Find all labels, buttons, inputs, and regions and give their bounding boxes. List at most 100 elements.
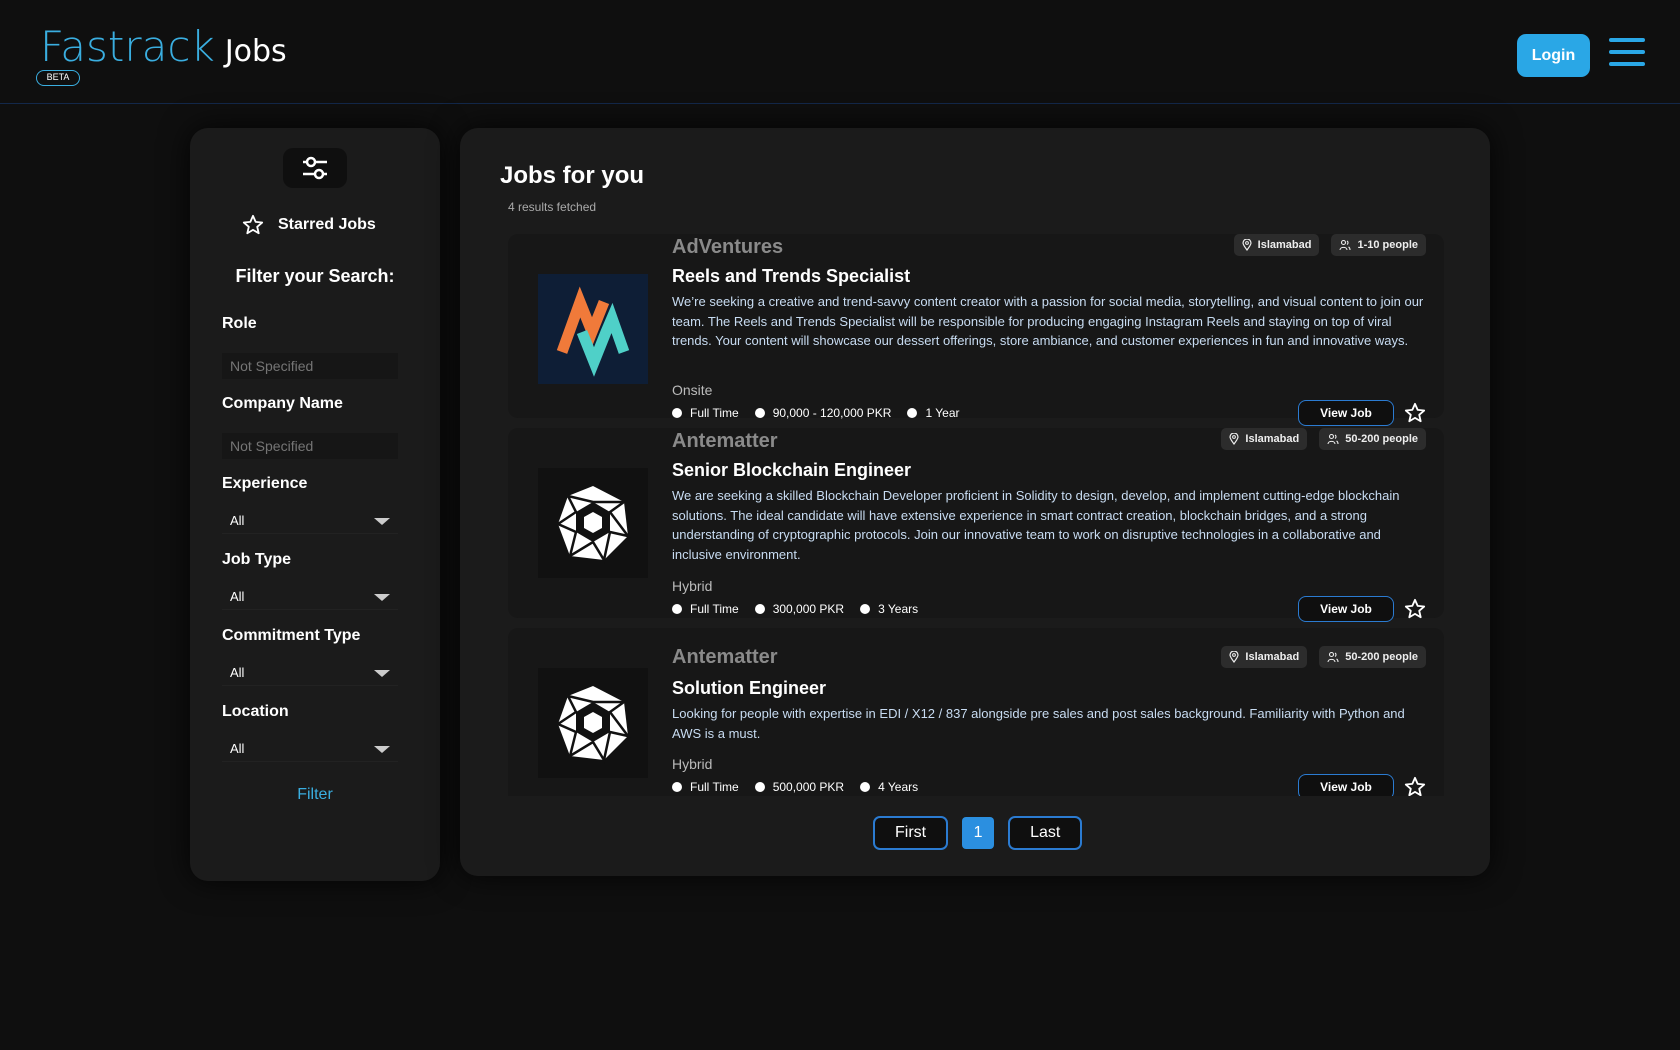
- experience-meta: 4 Years: [860, 780, 918, 794]
- commitment-type-label: Commitment Type: [222, 627, 361, 644]
- filter-title: Filter your Search:: [235, 266, 395, 286]
- job-type-meta: Full Time: [672, 602, 739, 616]
- experience-value: All: [230, 513, 245, 528]
- company-name: Antematter: [672, 430, 778, 452]
- experience-meta: 3 Years: [860, 602, 918, 616]
- view-job-button[interactable]: View Job: [1298, 774, 1394, 796]
- first-page-button[interactable]: First: [873, 816, 949, 850]
- job-type-text: Full Time: [690, 780, 739, 794]
- job-type-value: All: [230, 589, 245, 604]
- fastrack-logo[interactable]: Fastrack Jobs BETA: [36, 24, 287, 86]
- filter-toggle-button[interactable]: [283, 148, 347, 188]
- job-type-select[interactable]: All: [222, 584, 398, 610]
- location-tag: Islamabad: [1221, 428, 1308, 450]
- location-pin-icon: [1229, 651, 1240, 663]
- bullet-icon: [907, 408, 918, 418]
- jobs-panel: Jobs for you 4 results fetched AdVenture…: [460, 128, 1490, 876]
- location-value: All: [230, 741, 245, 756]
- job-title: Reels and Trends Specialist: [672, 266, 911, 286]
- filter-button[interactable]: Filter: [190, 786, 440, 804]
- job-type-meta: Full Time: [672, 406, 739, 420]
- job-meta: Full Time 500,000 PKR 4 Years: [672, 780, 918, 794]
- experience-text: 3 Years: [878, 602, 919, 616]
- salary-text: 300,000 PKR: [772, 602, 845, 616]
- chevron-down-icon: [374, 594, 390, 601]
- antematter-logo: [538, 468, 648, 578]
- page-title: Jobs for you: [500, 162, 645, 189]
- star-icon[interactable]: [1404, 598, 1426, 620]
- job-description: We’re seeking a creative and trend-savvy…: [672, 294, 1424, 348]
- location-tag: Islamabad: [1233, 234, 1320, 256]
- antematter-logo: [538, 668, 648, 778]
- company-size-text: 1-10 people: [1357, 239, 1418, 251]
- commitment-type-select[interactable]: All: [222, 660, 398, 686]
- location-tag-text: Islamabad: [1257, 239, 1312, 251]
- salary-meta: 500,000 PKR: [754, 780, 845, 794]
- work-mode: Onsite: [672, 382, 713, 398]
- bullet-icon: [672, 604, 682, 614]
- current-page-number[interactable]: 1: [962, 817, 995, 849]
- job-tags: Islamabad 1-10 people: [1233, 234, 1426, 256]
- job-type-text: Full Time: [690, 602, 739, 616]
- sliders-icon: [303, 156, 327, 180]
- experience-text: 4 Years: [878, 780, 919, 794]
- pagination: First 1 Last: [873, 816, 1083, 850]
- experience-select[interactable]: All: [222, 508, 398, 534]
- job-title: Solution Engineer: [672, 678, 827, 698]
- star-icon[interactable]: [1404, 402, 1426, 424]
- company-name: AdVentures: [672, 236, 784, 258]
- bullet-icon: [860, 604, 871, 614]
- last-page-button[interactable]: Last: [1008, 816, 1083, 850]
- star-icon[interactable]: [1404, 776, 1426, 796]
- starred-jobs-link[interactable]: Starred Jobs: [242, 214, 376, 236]
- adventures-logo: [538, 274, 648, 384]
- people-icon: [1339, 239, 1352, 251]
- company-size-tag: 1-10 people: [1331, 234, 1426, 256]
- location-tag: Islamabad: [1221, 646, 1308, 668]
- salary-meta: 90,000 - 120,000 PKR: [754, 406, 892, 420]
- job-meta: Full Time 90,000 - 120,000 PKR 1 Year: [672, 406, 960, 420]
- bullet-icon: [754, 408, 765, 418]
- top-header: Fastrack Jobs BETA Login: [0, 0, 1680, 104]
- people-icon: [1327, 651, 1339, 663]
- salary-text: 90,000 - 120,000 PKR: [772, 406, 892, 420]
- role-input[interactable]: [222, 353, 398, 379]
- company-name-label: Company Name: [222, 395, 343, 412]
- job-card[interactable]: AdVentures Islamabad 1-10 people Reels a…: [508, 234, 1444, 426]
- bullet-icon: [672, 408, 682, 418]
- experience-label: Experience: [222, 475, 308, 492]
- beta-badge: BETA: [36, 70, 80, 86]
- experience-text: 1 Year: [925, 406, 960, 420]
- job-list[interactable]: AdVentures Islamabad 1-10 people Reels a…: [508, 234, 1444, 796]
- location-pin-icon: [1229, 433, 1240, 445]
- job-tags: Islamabad 50-200 people: [1221, 428, 1426, 450]
- chevron-down-icon: [374, 670, 390, 677]
- hamburger-menu-icon[interactable]: [1609, 38, 1645, 70]
- job-tags: Islamabad 50-200 people: [1221, 646, 1426, 668]
- starred-jobs-label: Starred Jobs: [278, 216, 376, 233]
- people-icon: [1327, 433, 1339, 445]
- star-outline-icon: [242, 214, 264, 235]
- job-meta: Full Time 300,000 PKR 3 Years: [672, 602, 918, 616]
- company-size-tag: 50-200 people: [1319, 646, 1426, 668]
- view-job-button[interactable]: View Job: [1298, 400, 1394, 426]
- role-label: Role: [222, 315, 257, 332]
- job-type-text: Full Time: [690, 406, 739, 420]
- bullet-icon: [860, 782, 871, 792]
- location-label: Location: [222, 703, 289, 720]
- experience-meta: 1 Year: [907, 406, 960, 420]
- job-card[interactable]: Antematter Islamabad 50-200 people Solut…: [508, 628, 1444, 796]
- view-job-button[interactable]: View Job: [1298, 596, 1394, 622]
- commitment-type-value: All: [230, 665, 245, 680]
- login-button[interactable]: Login: [1517, 34, 1590, 77]
- filter-sidebar: Starred Jobs Filter your Search: Role Co…: [190, 128, 440, 881]
- location-tag-text: Islamabad: [1245, 433, 1300, 445]
- location-tag-text: Islamabad: [1245, 651, 1300, 663]
- company-name-input[interactable]: [222, 433, 398, 459]
- location-select[interactable]: All: [222, 736, 398, 762]
- job-type-label: Job Type: [222, 551, 292, 568]
- bullet-icon: [672, 782, 682, 792]
- job-card[interactable]: Antematter Islamabad 50-200 people Senio…: [508, 428, 1444, 622]
- job-description: Looking for people with expertise in EDI…: [672, 706, 1405, 741]
- salary-text: 500,000 PKR: [772, 780, 845, 794]
